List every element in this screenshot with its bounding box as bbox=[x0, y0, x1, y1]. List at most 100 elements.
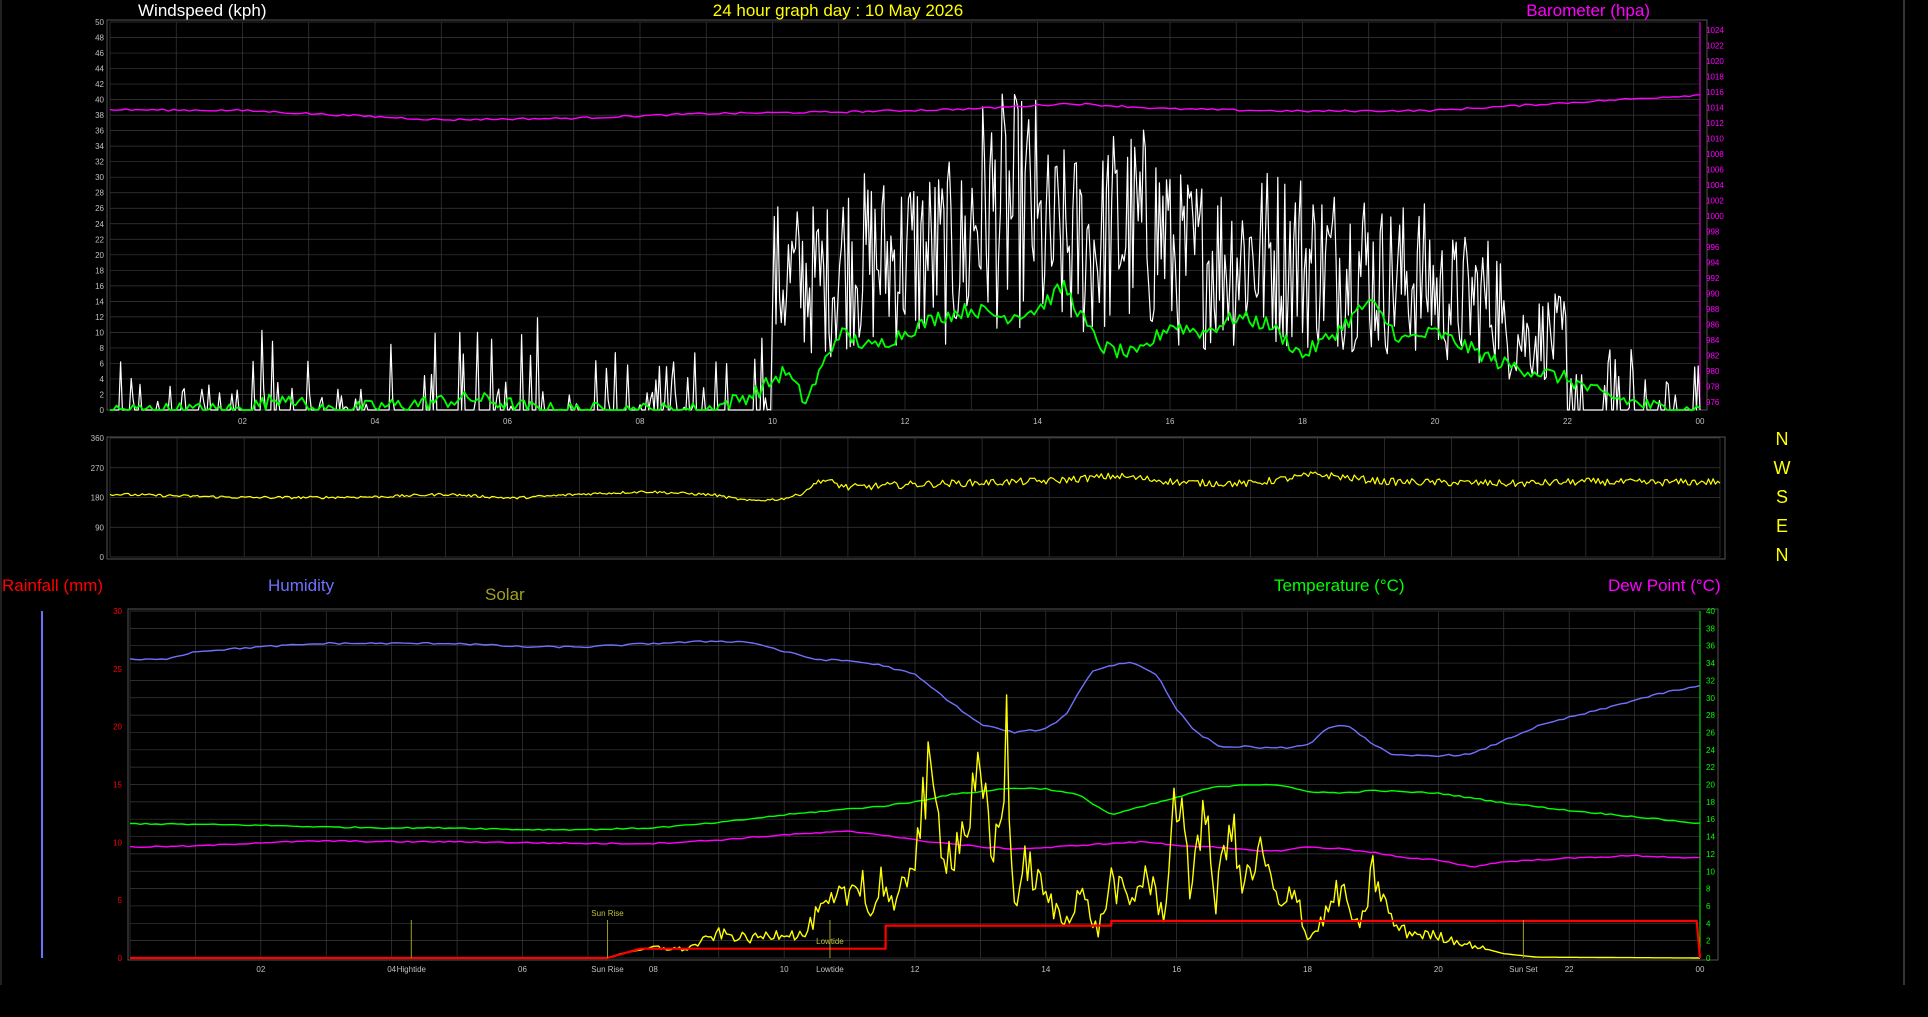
wind-x-tick-label: 08 bbox=[636, 417, 645, 426]
barometer-y-tick-label: 1006 bbox=[1706, 165, 1724, 174]
windspeed-y-tick-label: 4 bbox=[100, 375, 105, 384]
rainfall-y-tick-label: 20 bbox=[113, 723, 122, 732]
temperature-y-tick-label: 32 bbox=[1706, 676, 1715, 685]
barometer-y-tick-label: 988 bbox=[1706, 305, 1720, 314]
windspeed-y-tick-label: 18 bbox=[95, 266, 104, 275]
temperature-y-tick-label: 12 bbox=[1706, 850, 1715, 859]
temperature-y-tick-label: 4 bbox=[1706, 919, 1711, 928]
wind-x-tick-label: 04 bbox=[371, 417, 380, 426]
temperature-y-tick-label: 16 bbox=[1706, 815, 1715, 824]
compass-label-n-top: N bbox=[1776, 429, 1789, 449]
windspeed-title: Windspeed (kph) bbox=[138, 1, 267, 20]
compass-label-w: W bbox=[1774, 458, 1791, 478]
barometer-y-tick-label: 1000 bbox=[1706, 212, 1724, 221]
event-marker-label: Hightide bbox=[397, 965, 427, 974]
background bbox=[0, 0, 1928, 1017]
compass-label-e: E bbox=[1776, 516, 1788, 536]
temperature-y-tick-label: 14 bbox=[1706, 833, 1715, 842]
barometer-y-tick-label: 976 bbox=[1706, 398, 1720, 407]
windspeed-y-tick-label: 22 bbox=[95, 235, 104, 244]
temperature-y-tick-label: 20 bbox=[1706, 781, 1715, 790]
barometer-y-tick-label: 1024 bbox=[1706, 26, 1724, 35]
barometer-y-tick-label: 1016 bbox=[1706, 88, 1724, 97]
barometer-y-tick-label: 978 bbox=[1706, 383, 1720, 392]
lower-x-tick-label: 08 bbox=[649, 965, 658, 974]
lower-x-tick-label: 18 bbox=[1303, 965, 1312, 974]
barometer-y-tick-label: 1002 bbox=[1706, 196, 1724, 205]
windspeed-y-tick-label: 46 bbox=[95, 49, 104, 58]
temperature-y-tick-label: 36 bbox=[1706, 642, 1715, 651]
barometer-y-tick-label: 982 bbox=[1706, 352, 1720, 361]
windspeed-y-tick-label: 2 bbox=[100, 390, 105, 399]
wind-x-tick-label: 18 bbox=[1298, 417, 1307, 426]
lower-x-tick-label: 02 bbox=[256, 965, 265, 974]
temperature-y-tick-label: 40 bbox=[1706, 607, 1715, 616]
temperature-y-tick-label: 26 bbox=[1706, 728, 1715, 737]
barometer-y-tick-label: 1012 bbox=[1706, 119, 1724, 128]
lower-x-tick-label: 04 bbox=[387, 965, 396, 974]
direction-y-tick-label: 270 bbox=[91, 464, 105, 473]
windspeed-y-tick-label: 24 bbox=[95, 220, 104, 229]
barometer-y-tick-label: 996 bbox=[1706, 243, 1720, 252]
windspeed-y-tick-label: 30 bbox=[95, 173, 104, 182]
direction-y-tick-label: 90 bbox=[95, 523, 104, 532]
windspeed-y-tick-label: 14 bbox=[95, 297, 104, 306]
barometer-title: Barometer (hpa) bbox=[1526, 1, 1650, 20]
lower-x-tick-label: 12 bbox=[911, 965, 920, 974]
windspeed-y-tick-label: 38 bbox=[95, 111, 104, 120]
windspeed-y-tick-label: 8 bbox=[100, 344, 105, 353]
windspeed-y-tick-label: 10 bbox=[95, 328, 104, 337]
windspeed-y-tick-label: 50 bbox=[95, 18, 104, 27]
rainfall-y-tick-label: 5 bbox=[118, 896, 123, 905]
direction-y-tick-label: 360 bbox=[91, 434, 105, 443]
sunrise-top-label: Sun Rise bbox=[591, 909, 624, 918]
main-title: 24 hour graph day : 10 May 2026 bbox=[713, 1, 963, 20]
temperature-y-tick-label: 22 bbox=[1706, 763, 1715, 772]
humidity-title: Humidity bbox=[268, 576, 335, 595]
windspeed-y-tick-label: 42 bbox=[95, 80, 104, 89]
temperature-y-tick-label: 28 bbox=[1706, 711, 1715, 720]
lower-x-tick-label: 14 bbox=[1041, 965, 1050, 974]
event-marker-label: Sun Set bbox=[1509, 965, 1538, 974]
rainfall-y-tick-label: 10 bbox=[113, 838, 122, 847]
barometer-y-tick-label: 1014 bbox=[1706, 103, 1724, 112]
wind-x-tick-label: 02 bbox=[238, 417, 247, 426]
temperature-y-tick-label: 10 bbox=[1706, 867, 1715, 876]
wind-x-tick-label: 06 bbox=[503, 417, 512, 426]
rainfall-y-tick-label: 25 bbox=[113, 665, 122, 674]
windspeed-y-tick-label: 34 bbox=[95, 142, 104, 151]
wind-x-tick-label: 10 bbox=[768, 417, 777, 426]
windspeed-y-tick-label: 0 bbox=[100, 406, 105, 415]
barometer-y-tick-label: 1018 bbox=[1706, 72, 1724, 81]
barometer-y-tick-label: 1022 bbox=[1706, 41, 1724, 50]
lower-x-tick-label: 22 bbox=[1565, 965, 1574, 974]
lower-x-tick-label: 00 bbox=[1696, 965, 1705, 974]
wind-x-tick-label: 22 bbox=[1563, 417, 1572, 426]
wind-x-tick-label: 20 bbox=[1431, 417, 1440, 426]
wind-x-tick-label: 14 bbox=[1033, 417, 1042, 426]
windspeed-y-tick-label: 16 bbox=[95, 282, 104, 291]
barometer-y-tick-label: 984 bbox=[1706, 336, 1720, 345]
wind-x-tick-label: 12 bbox=[901, 417, 910, 426]
windspeed-y-tick-label: 20 bbox=[95, 251, 104, 260]
temperature-y-tick-label: 2 bbox=[1706, 937, 1711, 946]
rainfall-y-tick-label: 30 bbox=[113, 607, 122, 616]
weather-graph-canvas: 02 04 06 08 10 12 14 16 18 20 22 000246810121416182… bbox=[0, 0, 1928, 1017]
rainfall-title: Rainfall (mm) bbox=[2, 576, 103, 595]
wind-x-tick-label: 00 bbox=[1696, 417, 1705, 426]
windspeed-y-tick-label: 6 bbox=[100, 359, 105, 368]
windspeed-y-tick-label: 32 bbox=[95, 158, 104, 167]
barometer-y-tick-label: 1020 bbox=[1706, 57, 1724, 66]
temperature-y-tick-label: 24 bbox=[1706, 746, 1715, 755]
barometer-y-tick-label: 990 bbox=[1706, 290, 1720, 299]
temperature-y-tick-label: 34 bbox=[1706, 659, 1715, 668]
rainfall-y-tick-label: 15 bbox=[113, 781, 122, 790]
barometer-y-tick-label: 992 bbox=[1706, 274, 1720, 283]
barometer-y-tick-label: 1008 bbox=[1706, 150, 1724, 159]
direction-y-tick-label: 0 bbox=[100, 553, 105, 562]
compass-label-s: S bbox=[1776, 487, 1788, 507]
windspeed-y-tick-label: 40 bbox=[95, 96, 104, 105]
temperature-y-tick-label: 18 bbox=[1706, 798, 1715, 807]
temperature-y-tick-label: 30 bbox=[1706, 694, 1715, 703]
lower-x-tick-label: 16 bbox=[1172, 965, 1181, 974]
